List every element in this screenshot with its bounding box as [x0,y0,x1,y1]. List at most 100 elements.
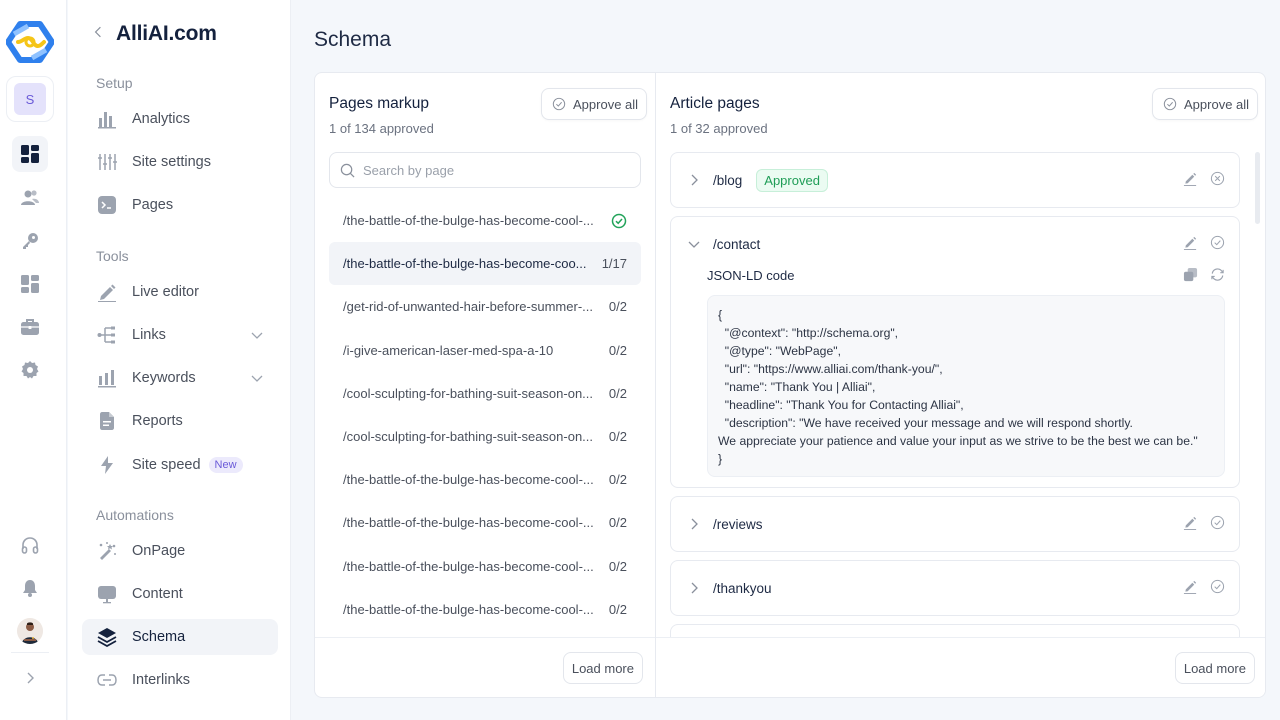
chevron-down-icon[interactable] [687,237,701,251]
nav-item-keywords[interactable]: Keywords [82,360,278,396]
users-icon[interactable] [12,180,48,216]
nav-item-site-speed[interactable]: Site speed New [82,447,278,483]
page-approval-count: 0/2 [608,385,627,401]
page-approval-count: 1/17 [601,256,627,272]
briefcase-icon[interactable] [12,309,48,345]
chevron-right-icon[interactable] [687,173,701,187]
edit-icon[interactable] [1183,515,1198,530]
page-row[interactable]: /cool-sculpting-for-bathing-suit-season-… [329,372,641,415]
section-automations: Automations [96,507,174,523]
chevron-right-icon[interactable] [687,517,701,531]
approve-all-label: Approve all [573,96,639,112]
refresh-icon[interactable] [1210,267,1225,282]
user-avatar[interactable] [17,618,43,644]
icon-rail: S [0,0,67,720]
nav-item-label: Reports [132,413,183,429]
article-item-expanded: /contact JSON-LD code { "@context": "htt… [670,216,1240,488]
approve-all-articles-button[interactable]: Approve all [1152,88,1259,120]
nav-item-pages[interactable]: Pages [82,187,278,223]
approve-icon[interactable] [1210,579,1225,594]
expand-sidebar-icon[interactable] [12,660,48,696]
nav-item-label: Site settings [132,154,211,170]
keywords-icon [96,367,118,389]
page-row[interactable]: /the-battle-of-the-bulge-has-become-cool… [329,458,641,501]
back-icon[interactable] [94,25,104,43]
nav-item-links[interactable]: Links [82,317,278,353]
key-icon[interactable] [12,223,48,259]
copy-icon[interactable] [1183,267,1198,282]
load-more-pages-button[interactable]: Load more [562,652,643,684]
page-row[interactable]: /i-give-american-laser-med-spa-a-10 0/2 [329,329,641,372]
page-approval-count: 0/2 [608,342,627,358]
nav-item-label: Analytics [132,111,191,127]
page-approval-count: 0/2 [608,472,627,488]
article-list-scrollbar[interactable] [1255,152,1261,232]
approve-all-pages-button[interactable]: Approve all [541,88,648,120]
page-path: /the-battle-of-the-bulge-has-become-cool… [343,213,594,229]
nav-item-content[interactable]: Content [82,576,278,612]
nav-item-analytics[interactable]: Analytics [82,101,278,137]
page-path: /the-battle-of-the-bulge-has-become-coo.… [343,256,587,272]
pen-icon [96,281,118,303]
article-item: /thankyou [670,560,1240,616]
page-row[interactable]: /the-battle-of-the-bulge-has-become-coo.… [329,242,641,286]
page-row[interactable]: /the-battle-of-the-bulge-has-become-cool… [329,588,641,631]
nav-item-live-editor[interactable]: Live editor [82,274,278,310]
edit-icon[interactable] [1183,579,1198,594]
pages-approved-count: 1 of 134 approved [329,121,434,136]
dashboard-icon[interactable] [12,136,48,172]
bell-icon[interactable] [12,570,48,606]
page-row[interactable]: /cool-sculpting-for-bathing-suit-season-… [329,415,641,458]
page-row[interactable]: /get-rid-of-unwanted-hair-before-summer-… [329,285,641,328]
magic-wand-icon [96,540,118,562]
article-path: /blog [713,172,743,188]
scrollbar-thumb[interactable] [1255,152,1260,224]
nav-item-interlinks[interactable]: Interlinks [82,662,278,698]
jsonld-code-block[interactable]: { "@context": "http://schema.org", "@typ… [707,295,1225,477]
article-item: /blog Approved [670,152,1240,208]
nav-item-site-settings[interactable]: Site settings [82,144,278,180]
headset-icon[interactable] [12,528,48,564]
nav-item-schema[interactable]: Schema [82,619,278,655]
approve-icon[interactable] [1210,235,1225,250]
pages-footer: Load more [315,637,655,697]
apps-icon[interactable] [12,266,48,302]
page-path: /cool-sculpting-for-bathing-suit-season-… [343,385,594,401]
approve-icon[interactable] [1210,515,1225,530]
article-header[interactable]: /reviews [671,497,1239,551]
page-path: /the-battle-of-the-bulge-has-become-cool… [343,601,594,617]
page-row[interactable]: /the-battle-of-the-bulge-has-become-cool… [329,545,641,588]
sliders-icon [96,151,118,173]
article-header[interactable]: /blog Approved [671,153,1239,207]
edit-icon[interactable] [1183,171,1198,186]
chevron-right-icon[interactable] [687,581,701,595]
load-more-articles-button[interactable]: Load more [1174,652,1255,684]
chevron-down-icon[interactable] [250,371,264,385]
nav-item-label: Links [132,327,166,343]
settings-icon[interactable] [12,352,48,388]
reject-icon[interactable] [1210,171,1225,186]
logo-icon[interactable] [5,20,55,64]
nav-item-label: Interlinks [132,672,191,688]
search-field[interactable] [329,152,641,188]
page-row[interactable]: /the-battle-of-the-bulge-has-become-cool… [329,199,641,242]
check-circle-icon [552,97,566,111]
page-approval-count: 0/2 [608,601,627,617]
nav-sidebar: AlliAI.com Setup Analytics Site settings… [68,0,291,720]
workspace-avatar: S [14,83,46,115]
search-input[interactable] [363,162,623,178]
article-item [670,624,1240,638]
check-circle-icon [1163,97,1177,111]
page-row[interactable]: /the-battle-of-the-bulge-has-become-cool… [329,501,641,544]
article-header[interactable]: /thankyou [671,561,1239,615]
new-badge: New [208,457,243,473]
nav-item-label: Schema [132,629,186,645]
nav-item-label: Site speed [132,457,201,473]
edit-icon[interactable] [1183,235,1198,250]
workspace-switcher[interactable]: S [6,76,54,122]
nav-item-reports[interactable]: Reports [82,403,278,439]
chevron-down-icon[interactable] [250,328,264,342]
report-icon [96,410,118,432]
jsonld-header: JSON-LD code [671,263,1239,287]
nav-item-onpage[interactable]: OnPage [82,533,278,569]
